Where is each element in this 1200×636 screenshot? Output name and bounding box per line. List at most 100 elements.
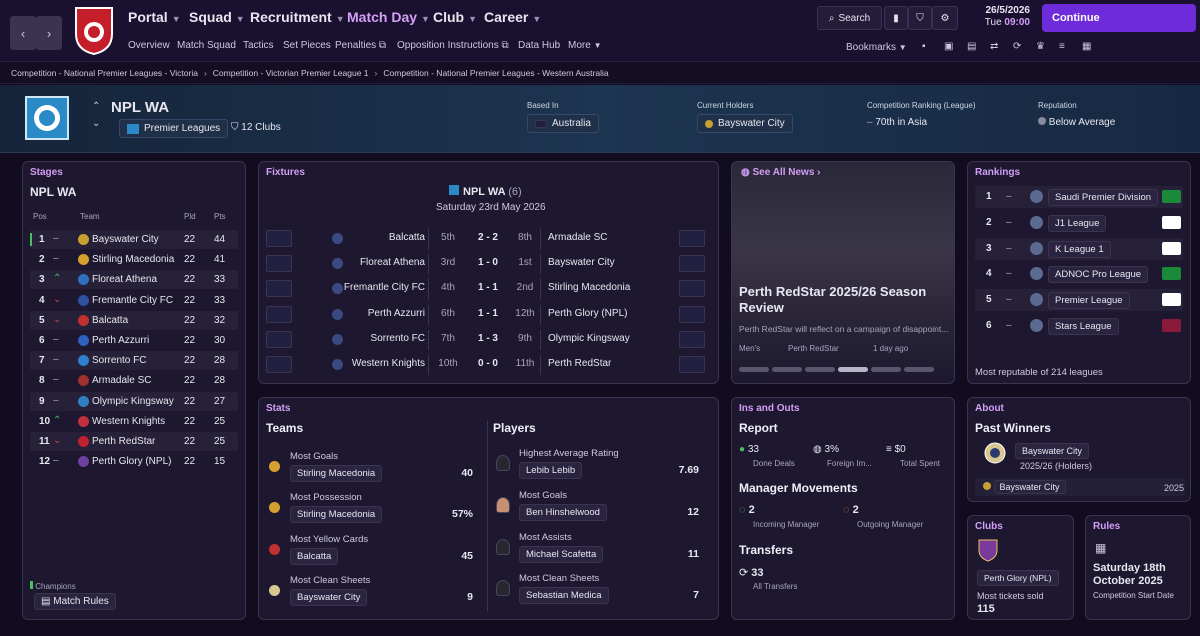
col-pos[interactable]: Pos xyxy=(33,212,47,221)
home-team[interactable]: Balcatta xyxy=(310,232,425,243)
stat-team[interactable]: Stirling Macedonia xyxy=(290,465,383,482)
competition-type[interactable]: Premier Leagues xyxy=(119,119,229,138)
collapse-up-icon[interactable]: ⌃ xyxy=(92,101,100,112)
score[interactable]: 1 - 1 xyxy=(471,308,505,319)
match-rules-button[interactable]: ▤ Match Rules xyxy=(34,593,116,610)
news-panel[interactable] xyxy=(731,161,955,384)
flag-icon[interactable] xyxy=(679,280,705,298)
flag-icon[interactable] xyxy=(266,305,292,323)
stat-player[interactable]: Ben Hinshelwood xyxy=(519,503,607,521)
submenu-match-squad[interactable]: Match Squad xyxy=(177,40,236,51)
breadcrumb-item[interactable]: Competition - Victorian Premier League 1 xyxy=(213,68,369,78)
team-name[interactable]: Sorrento FC xyxy=(92,355,146,366)
score[interactable]: 2 - 2 xyxy=(471,232,505,243)
club-logo[interactable] xyxy=(72,4,116,56)
done-deals[interactable]: ● 33 xyxy=(739,444,759,455)
menu-recruitment[interactable]: Recruitment ▼ xyxy=(250,9,345,25)
home-team[interactable]: Sorrento FC xyxy=(310,333,425,344)
incoming-manager[interactable]: ◌ 2 xyxy=(739,504,755,516)
settings-button[interactable]: ⚙ xyxy=(932,6,958,30)
breadcrumb-item[interactable]: Competition - National Premier Leagues -… xyxy=(383,68,608,78)
trophy-cabinet-icon[interactable]: ▤ xyxy=(967,41,976,52)
home-team[interactable]: Floreat Athena xyxy=(310,257,425,268)
away-team[interactable]: Olympic Kingsway xyxy=(548,333,630,344)
submenu-penalties[interactable]: Penalties ⧉ xyxy=(335,40,386,51)
flag-icon[interactable] xyxy=(679,356,705,373)
total-spent[interactable]: ≡ $0 xyxy=(886,444,906,455)
search-button[interactable]: ⌕ Search xyxy=(817,6,882,30)
menu-portal[interactable]: Portal ▼ xyxy=(128,9,181,25)
past-winner-name[interactable]: Bayswater City xyxy=(1015,443,1090,459)
flag-icon[interactable] xyxy=(679,230,705,247)
stat-team[interactable]: Bayswater City xyxy=(290,588,368,606)
stages-league[interactable]: NPL WA xyxy=(30,185,76,199)
team-name[interactable]: Armadale SC xyxy=(92,375,151,386)
flag-icon[interactable] xyxy=(266,280,292,298)
chat-icon[interactable]: ▪ xyxy=(922,41,926,52)
team-name[interactable]: Stirling Macedonia xyxy=(92,254,174,265)
continue-button[interactable]: Continue xyxy=(1042,4,1196,32)
kit-icon[interactable]: ▣ xyxy=(944,41,953,52)
trophy-icon[interactable]: ♛ xyxy=(1036,41,1045,52)
away-team[interactable]: Perth RedStar xyxy=(548,358,611,369)
away-team[interactable]: Perth Glory (NPL) xyxy=(548,308,627,319)
away-team[interactable]: Bayswater City xyxy=(548,257,615,268)
submenu-set-pieces[interactable]: Set Pieces xyxy=(283,40,331,51)
away-team[interactable]: Armadale SC xyxy=(548,232,607,243)
transfer-icon[interactable]: ⇄ xyxy=(990,41,998,52)
away-team[interactable]: Stirling Macedonia xyxy=(548,282,630,293)
home-team[interactable]: Fremantle City FC xyxy=(310,282,425,293)
league-name[interactable]: Saudi Premier Division xyxy=(1048,189,1159,206)
league-name[interactable]: ADNOC Pro League xyxy=(1048,266,1149,284)
flag-icon[interactable] xyxy=(679,255,705,273)
refresh-icon[interactable]: ⟳ xyxy=(1013,41,1021,52)
team-name[interactable]: Western Knights xyxy=(92,416,165,427)
team-name[interactable]: Balcatta xyxy=(92,315,128,326)
submenu-overview[interactable]: Overview xyxy=(128,40,170,51)
menu-club[interactable]: Club ▼ xyxy=(433,9,477,25)
team-name[interactable]: Perth Glory (NPL) xyxy=(92,456,171,467)
home-team[interactable]: Western Knights xyxy=(310,358,425,369)
flag-icon[interactable] xyxy=(679,305,705,323)
team-name[interactable]: Floreat Athena xyxy=(92,274,157,285)
based-in-value[interactable]: Australia xyxy=(527,114,599,133)
all-transfers[interactable]: ⟳ 33 xyxy=(739,566,764,579)
home-team[interactable]: Perth Azzurri xyxy=(310,308,425,319)
shield-button[interactable]: ⛉ xyxy=(908,6,932,30)
stat-team[interactable]: Balcatta xyxy=(290,547,339,565)
league-name[interactable]: Stars League xyxy=(1048,318,1119,335)
flag-icon[interactable] xyxy=(266,356,292,373)
back-button[interactable]: ‹ xyxy=(10,16,36,50)
stat-team[interactable]: Stirling Macedonia xyxy=(290,506,383,524)
flag-icon[interactable] xyxy=(266,330,292,348)
team-name[interactable]: Bayswater City xyxy=(92,234,159,245)
team-name[interactable]: Fremantle City FC xyxy=(92,295,173,306)
team-name[interactable]: Perth RedStar xyxy=(92,436,155,447)
col-pts[interactable]: Pts xyxy=(214,212,226,221)
forward-button[interactable]: › xyxy=(36,16,62,50)
breadcrumb-item[interactable]: Competition - National Premier Leagues -… xyxy=(11,68,198,78)
bookmarks-dropdown[interactable]: Bookmarks ▼ xyxy=(846,42,907,53)
holders-value[interactable]: Bayswater City xyxy=(697,114,793,133)
news-headline[interactable]: Perth RedStar 2025/26 Season Review xyxy=(739,284,949,316)
date-time[interactable]: 26/5/2026 Tue 09:00 xyxy=(978,5,1030,33)
news-pager[interactable] xyxy=(739,367,934,372)
flag-icon[interactable] xyxy=(266,255,292,273)
database-icon[interactable]: ≡ xyxy=(1059,41,1065,52)
submenu-more[interactable]: More ▼ xyxy=(568,40,602,51)
col-team[interactable]: Team xyxy=(80,212,100,221)
flag-icon[interactable] xyxy=(266,230,292,247)
submenu-opposition[interactable]: Opposition Instructions ⧉ xyxy=(397,40,509,51)
menu-squad[interactable]: Squad ▼ xyxy=(189,9,245,25)
menu-match-day[interactable]: Match Day ▼ xyxy=(347,9,430,25)
clubs-club-name[interactable]: Perth Glory (NPL) xyxy=(977,570,1059,586)
score[interactable]: 1 - 3 xyxy=(471,333,505,344)
bookmark-button[interactable]: ▮ xyxy=(884,6,908,30)
submenu-data-hub[interactable]: Data Hub xyxy=(518,40,560,51)
flag-icon[interactable] xyxy=(679,330,705,348)
league-name[interactable]: K League 1 xyxy=(1048,240,1111,258)
collapse-down-icon[interactable]: ⌄ xyxy=(92,118,100,129)
stat-player[interactable]: Lebib Lebib xyxy=(519,462,583,479)
submenu-tactics[interactable]: Tactics xyxy=(243,40,274,51)
score[interactable]: 0 - 0 xyxy=(471,358,505,369)
